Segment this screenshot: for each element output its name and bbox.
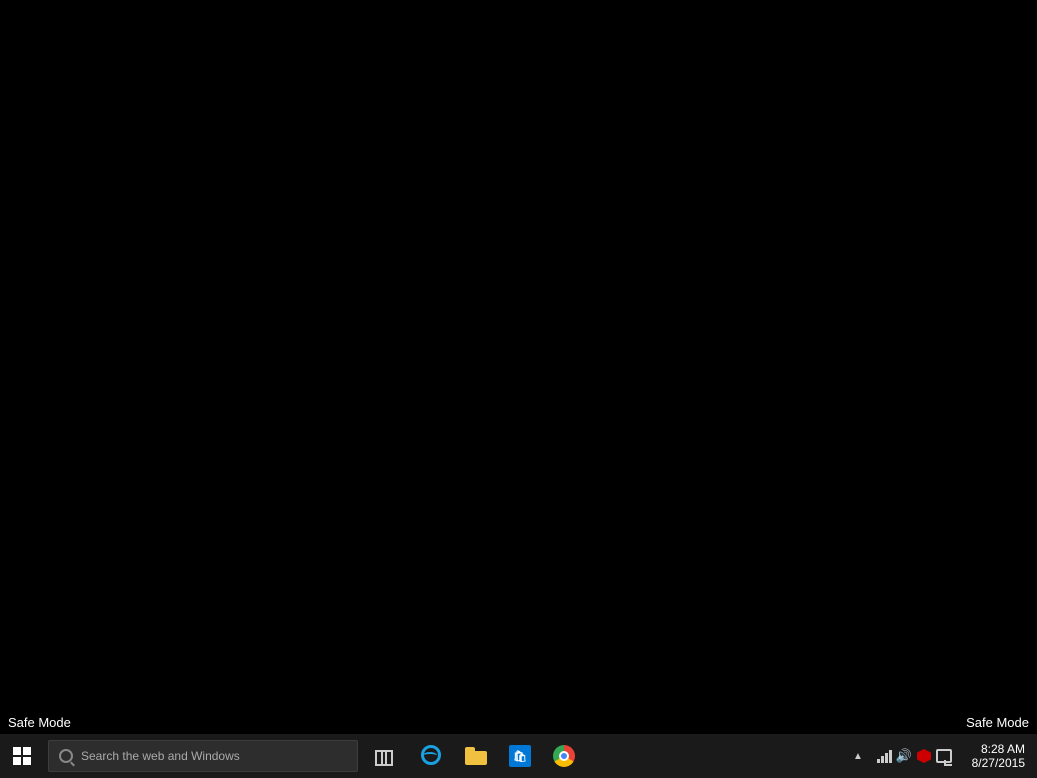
volume-tray-icon[interactable]: 🔊 bbox=[896, 748, 912, 764]
search-icon bbox=[59, 749, 73, 763]
tray-icon-area: 🔊 bbox=[870, 734, 958, 778]
desktop bbox=[0, 0, 1037, 734]
security-shield-icon bbox=[917, 749, 931, 763]
clock-area[interactable]: 8:28 AM 8/27/2015 bbox=[958, 734, 1033, 778]
windows-logo-icon bbox=[13, 747, 31, 765]
task-view-button[interactable] bbox=[362, 734, 406, 778]
windows-store-taskbar-button[interactable]: 🛍 bbox=[498, 734, 542, 778]
clock-date: 8/27/2015 bbox=[972, 756, 1025, 770]
search-bar[interactable]: Search the web and Windows bbox=[48, 740, 358, 772]
chrome-taskbar-button[interactable] bbox=[542, 734, 586, 778]
safe-mode-bottom-left: Safe Mode bbox=[8, 715, 71, 730]
folder-icon bbox=[465, 747, 487, 765]
chrome-icon bbox=[553, 745, 575, 767]
clock-time: 8:28 AM bbox=[981, 742, 1025, 756]
edge-icon bbox=[421, 745, 443, 767]
action-center-icon bbox=[936, 749, 952, 763]
taskbar: Search the web and Windows 🛍 bbox=[0, 734, 1037, 778]
show-hidden-icons-button[interactable]: ▲ bbox=[846, 734, 870, 778]
network-tray-icon[interactable] bbox=[876, 748, 892, 764]
security-tray-icon[interactable] bbox=[916, 748, 932, 764]
task-view-icon bbox=[375, 749, 393, 763]
taskbar-pinned-icons: 🛍 bbox=[410, 734, 586, 778]
search-placeholder-text: Search the web and Windows bbox=[81, 749, 240, 763]
action-center-button[interactable] bbox=[936, 748, 952, 764]
start-button[interactable] bbox=[0, 734, 44, 778]
network-signal-icon bbox=[877, 749, 892, 763]
speaker-icon: 🔊 bbox=[896, 748, 912, 764]
system-tray: ▲ 🔊 bbox=[846, 734, 1037, 778]
file-explorer-taskbar-button[interactable] bbox=[454, 734, 498, 778]
edge-taskbar-button[interactable] bbox=[410, 734, 454, 778]
safe-mode-bottom-right: Safe Mode bbox=[966, 715, 1029, 730]
store-icon: 🛍 bbox=[509, 745, 531, 767]
